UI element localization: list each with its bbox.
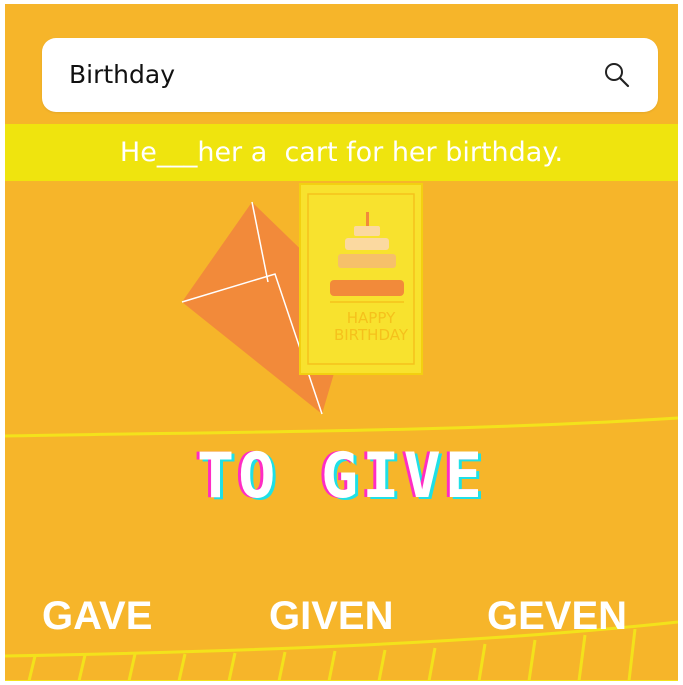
card-greeting-line2: BIRTHDAY — [333, 326, 409, 344]
card-icon — [299, 183, 423, 375]
sentence-band: He___her a cart for her birthday. — [5, 124, 678, 181]
verb-title: TO GIVE — [196, 439, 487, 512]
search-icon[interactable] — [602, 60, 632, 90]
search-bar[interactable]: Birthday — [42, 38, 658, 112]
birthday-card-illustration — [181, 183, 423, 415]
answer-options: GAVE GIVEN GEVEN — [5, 586, 678, 646]
option-geven[interactable]: GEVEN — [487, 586, 627, 646]
card-greeting-line1: HAPPY — [346, 309, 396, 327]
option-given[interactable]: GIVEN — [269, 586, 393, 646]
option-gave[interactable]: GAVE — [42, 586, 152, 646]
question-sentence: He___her a cart for her birthday. — [119, 137, 564, 168]
search-input[interactable]: Birthday — [69, 38, 175, 112]
quiz-card: Birthday He___her a cart for her birthda… — [5, 4, 678, 681]
